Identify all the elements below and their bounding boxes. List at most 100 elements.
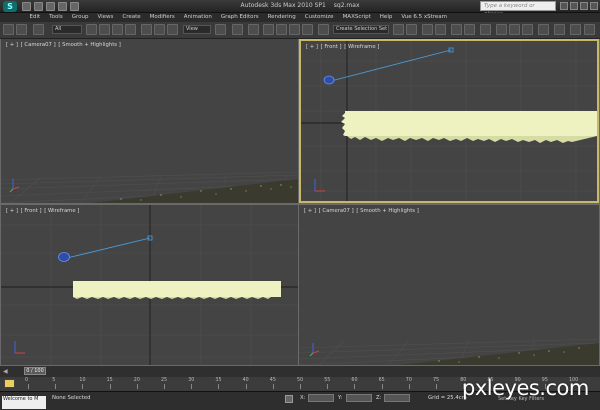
spinner-snap-icon[interactable] [302,24,313,35]
grass-strip[interactable] [341,111,597,143]
frame-tick-label: 30 [188,378,195,383]
edit-named-selection-icon[interactable] [318,24,329,35]
material-editor-icon[interactable] [480,24,491,35]
y-coord-field[interactable] [346,394,372,402]
mirror-icon[interactable] [393,24,404,35]
frame-tick [218,384,220,389]
render-setup-icon[interactable] [496,24,507,35]
frame-tick-label: 70 [405,378,412,383]
schematic-view-icon[interactable] [464,24,475,35]
viewport-top-right[interactable]: [ + ] [ Front ] [ Wireframe ] [299,39,599,203]
star-icon[interactable] [570,2,578,10]
menu-item-vue-6-5-xstream[interactable]: Vue 6.5 xStream [397,14,452,21]
info-icon[interactable] [590,2,598,10]
maxscript-listener-mini[interactable]: Welcome to M [2,396,46,409]
time-slider-thumb[interactable]: 0 / 100 [24,367,46,375]
vue-environment-icon[interactable] [554,24,565,35]
select-object-icon[interactable] [86,24,97,35]
frame-tick-label: 5 [52,378,56,383]
reference-coord-dropdown[interactable]: View [183,25,211,34]
viewport-shading-label[interactable]: [ Wireframe ] [344,44,379,50]
camera-object[interactable] [323,47,454,85]
viewport-menu-plus[interactable]: [ + ] [6,42,18,48]
viewport-camera-label[interactable]: [ Front ] [321,44,342,50]
file-name: sq2.max [333,2,360,9]
snap-toggle-icon[interactable] [263,24,274,35]
select-manipulate-icon[interactable] [232,24,243,35]
menu-item-help[interactable]: Help [375,14,397,21]
viewport-shading-label[interactable]: [ Wireframe ] [44,208,79,214]
vue-xstream-icon[interactable] [538,24,549,35]
align-icon[interactable] [406,24,417,35]
viewport-shading-label[interactable]: [ Smooth + Highlights ] [58,42,120,48]
viewport-camera-label[interactable]: [ Camera07 ] [319,208,354,214]
scale-icon[interactable] [167,24,178,35]
viewport-label[interactable]: [ + ] [ Camera07 ] [ Smooth + Highlights… [304,208,420,214]
render-production-icon[interactable] [522,24,533,35]
prev-frame-icon[interactable]: ◀ [3,368,8,375]
camera-object[interactable] [58,235,153,262]
z-coord-field[interactable] [384,394,410,402]
open-mini-curve-editor-icon[interactable] [4,379,15,388]
menu-item-edit[interactable]: Edit [25,14,45,21]
selection-lock-icon[interactable] [285,395,293,403]
menu-item-animation[interactable]: Animation [179,14,216,21]
perspective-grid [1,171,298,203]
rotate-icon[interactable] [154,24,165,35]
grid-size: Grid = 25.4cm [428,395,467,401]
menu-item-rendering[interactable]: Rendering [263,14,300,21]
toolbar-extra-icon[interactable] [584,24,595,35]
redo-icon[interactable] [16,24,27,35]
viewport-bottom-left[interactable]: [ + ] [ Front ] [ Wireframe ] [1,205,298,365]
frame-tick-label: 35 [215,378,222,383]
menu-item-maxscript[interactable]: MAXScript [338,14,375,21]
viewport-camera-label[interactable]: [ Front ] [21,208,42,214]
x-coord-field[interactable] [308,394,334,402]
move-icon[interactable] [141,24,152,35]
viewport-top-left[interactable]: [ + ] [ Camera07 ] [ Smooth + Highlights… [1,39,298,203]
named-selection-dropdown[interactable]: Create Selection Set [333,25,389,34]
menu-item-views[interactable]: Views [93,14,118,21]
frame-tick-label: 0 [25,378,29,383]
teapot-render-icon[interactable] [570,24,581,35]
selection-filter-dropdown[interactable]: All [52,25,82,34]
watermark: pxleyes.com [462,376,589,400]
menu-item-modifiers[interactable]: Modifiers [145,14,179,21]
menu-item-tools[interactable]: Tools [45,14,68,21]
viewport-label[interactable]: [ + ] [ Front ] [ Wireframe ] [306,44,380,50]
viewport-label[interactable]: [ + ] [ Front ] [ Wireframe ] [6,208,80,214]
viewport-camera-label[interactable]: [ Camera07 ] [21,42,56,48]
rendered-frame-window-icon[interactable] [509,24,520,35]
frame-tick [436,384,437,389]
keyboard-shortcut-icon[interactable] [248,24,259,35]
viewport-shading-label[interactable]: [ Smooth + Highlights ] [356,208,418,214]
frame-tick-label: 20 [133,378,140,383]
viewport-menu-plus[interactable]: [ + ] [306,44,318,50]
main-toolbar: All View Create Selection Set [0,22,600,39]
undo-icon[interactable] [3,24,14,35]
menu-item-graph-editors[interactable]: Graph Editors [216,14,263,21]
grass-strip[interactable] [73,281,281,299]
binoculars-icon[interactable] [560,2,568,10]
menu-item-customize[interactable]: Customize [300,14,338,21]
viewport-label[interactable]: [ + ] [ Camera07 ] [ Smooth + Highlights… [6,42,122,48]
angle-snap-icon[interactable] [276,24,287,35]
percent-snap-icon[interactable] [289,24,300,35]
y-coord-label: Y: [338,395,343,401]
viewport-bottom-right[interactable]: [ + ] [ Camera07 ] [ Smooth + Highlights… [299,205,599,365]
viewport-menu-plus[interactable]: [ + ] [304,208,316,214]
layer-manager-icon[interactable] [422,24,433,35]
menu-item-group[interactable]: Group [67,14,93,21]
menu-item-create[interactable]: Create [118,14,145,21]
help-icon[interactable] [580,2,588,10]
graphite-ribbon-icon[interactable] [435,24,446,35]
rect-selection-icon[interactable] [112,24,123,35]
window-crossing-icon[interactable] [125,24,136,35]
curve-editor-icon[interactable] [451,24,462,35]
frame-tick [191,384,193,389]
pivot-center-icon[interactable] [215,24,226,35]
help-search-input[interactable]: Type a keyword or phrase [480,1,556,17]
select-by-name-icon[interactable] [99,24,110,35]
link-icon[interactable] [33,24,44,35]
viewport-menu-plus[interactable]: [ + ] [6,208,18,214]
